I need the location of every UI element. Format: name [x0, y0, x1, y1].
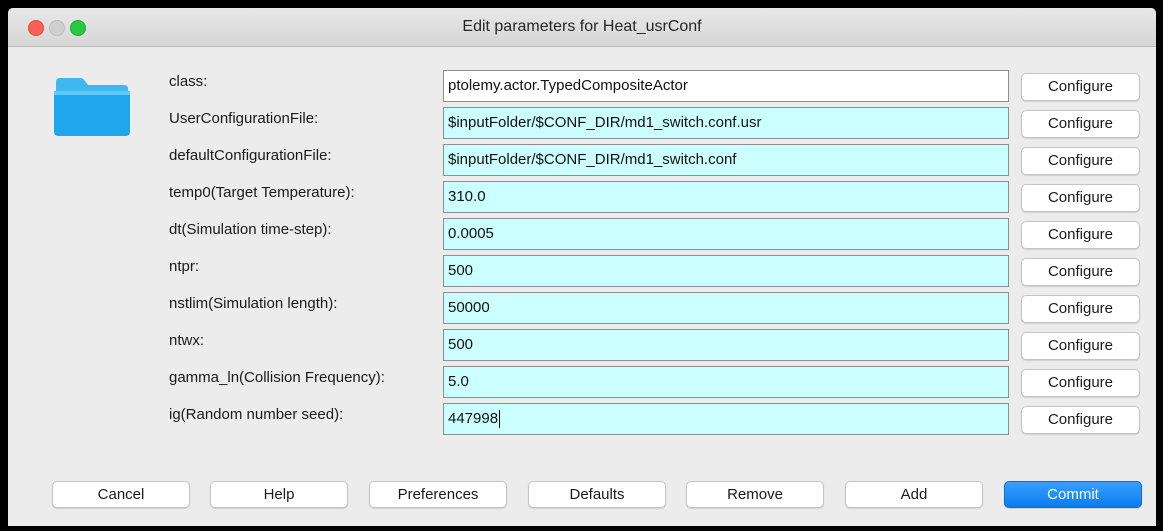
parameter-value-field[interactable]: 500	[443, 329, 1009, 361]
parameter-row: ntwx: 500 Configure	[8, 329, 1156, 363]
parameter-value-field[interactable]: $inputFolder/$CONF_DIR/md1_switch.conf.u…	[443, 107, 1009, 139]
configure-button[interactable]: Configure	[1021, 184, 1140, 212]
configure-button[interactable]: Configure	[1021, 221, 1140, 249]
configure-button[interactable]: Configure	[1021, 332, 1140, 360]
window-title: Edit parameters for Heat_usrConf	[462, 18, 702, 35]
parameter-label: dt(Simulation time-step):	[169, 221, 332, 238]
parameter-value-field[interactable]: 310.0	[443, 181, 1009, 213]
parameter-value-field[interactable]: $inputFolder/$CONF_DIR/md1_switch.conf	[443, 144, 1009, 176]
edit-parameters-dialog: Edit parameters for Heat_usrConf class: p…	[8, 8, 1156, 526]
parameter-row: UserConfigurationFile: $inputFolder/$CONF…	[8, 107, 1156, 141]
configure-button[interactable]: Configure	[1021, 369, 1140, 397]
parameter-row: gamma_ln(Collision Frequency): 5.0 Configu…	[8, 366, 1156, 400]
commit-button[interactable]: Commit	[1004, 481, 1142, 508]
parameter-row: nstlim(Simulation length): 50000 Configure	[8, 292, 1156, 326]
parameter-label: defaultConfigurationFile:	[169, 147, 332, 164]
parameter-value-field[interactable]: 447998	[443, 403, 1009, 435]
configure-button[interactable]: Configure	[1021, 295, 1140, 323]
configure-button[interactable]: Configure	[1021, 110, 1140, 138]
preferences-button[interactable]: Preferences	[369, 481, 507, 508]
parameter-value-field[interactable]: 500	[443, 255, 1009, 287]
parameter-value-text: 310.0	[448, 188, 486, 205]
add-button[interactable]: Add	[845, 481, 983, 508]
configure-button[interactable]: Configure	[1021, 258, 1140, 286]
parameter-value-text: 500	[448, 336, 474, 353]
parameter-label: ntpr:	[169, 258, 200, 275]
parameter-value-field[interactable]: 50000	[443, 292, 1009, 324]
defaults-button[interactable]: Defaults	[528, 481, 666, 508]
parameter-value-text: 5.0	[448, 373, 469, 390]
parameter-label: class:	[169, 73, 208, 90]
help-button[interactable]: Help	[210, 481, 348, 508]
parameter-value-field[interactable]: 5.0	[443, 366, 1009, 398]
configure-button[interactable]: Configure	[1021, 73, 1140, 101]
parameter-label: ig(Random number seed):	[169, 406, 344, 423]
parameter-label: ntwx:	[169, 332, 205, 349]
parameter-label: temp0(Target Temperature):	[169, 184, 355, 201]
parameter-row: temp0(Target Temperature): 310.0 Configure	[8, 181, 1156, 215]
parameter-value-text: 0.0005	[448, 225, 494, 242]
parameter-value-text: ptolemy.actor.TypedCompositeActor	[448, 77, 688, 94]
parameter-value-text: 50000	[448, 299, 490, 316]
parameter-row: ntpr: 500 Configure	[8, 255, 1156, 289]
parameter-value-text: $inputFolder/$CONF_DIR/md1_switch.conf	[448, 151, 737, 168]
configure-button[interactable]: Configure	[1021, 147, 1140, 175]
parameter-label: gamma_ln(Collision Frequency):	[169, 369, 385, 386]
parameter-row: dt(Simulation time-step): 0.0005 Configure	[8, 218, 1156, 252]
parameter-value-field[interactable]: 0.0005	[443, 218, 1009, 250]
title-bar: Edit parameters for Heat_usrConf	[8, 8, 1156, 47]
parameter-label: UserConfigurationFile:	[169, 110, 319, 127]
parameter-row: defaultConfigurationFile: $inputFolder/$C…	[8, 144, 1156, 178]
remove-button[interactable]: Remove	[686, 481, 824, 508]
parameter-value-text: $inputFolder/$CONF_DIR/md1_switch.conf.u…	[448, 114, 762, 131]
parameter-value-text: 500	[448, 262, 474, 279]
parameter-row: ig(Random number seed): 447998 Configure	[8, 403, 1156, 437]
cancel-button[interactable]: Cancel	[52, 481, 190, 508]
parameter-value-field[interactable]: ptolemy.actor.TypedCompositeActor	[443, 70, 1009, 102]
parameter-value-text: 447998	[448, 410, 499, 427]
parameter-row: class: ptolemy.actor.TypedCompositeActor C…	[8, 70, 1156, 104]
configure-button[interactable]: Configure	[1021, 406, 1140, 434]
parameter-label: nstlim(Simulation length):	[169, 295, 338, 312]
text-caret	[499, 410, 501, 429]
